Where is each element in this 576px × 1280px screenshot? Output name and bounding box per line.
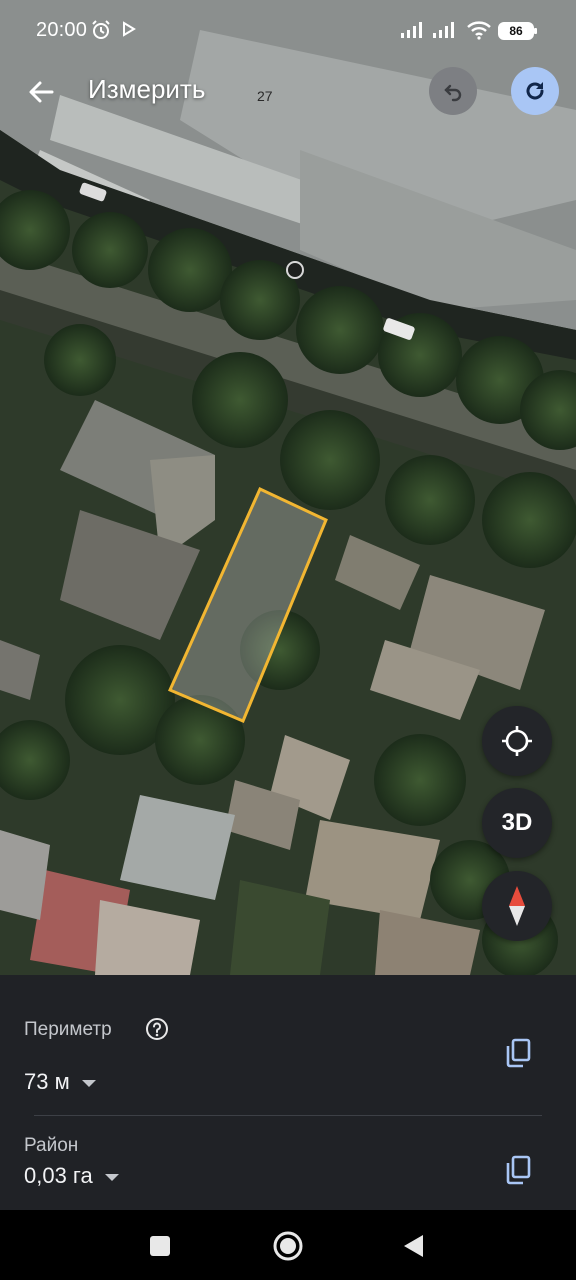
chevron-down-icon [104, 1173, 119, 1181]
area-value: 0,03 га [24, 1163, 93, 1188]
my-location-button[interactable] [482, 706, 552, 776]
area-value-dropdown[interactable]: 0,03 га [24, 1163, 119, 1189]
redo-button[interactable] [511, 67, 559, 115]
perimeter-value: 73 м [24, 1069, 70, 1094]
map-tile-label: 27 [257, 88, 273, 104]
home-button[interactable] [272, 1230, 304, 1262]
triangle-back-icon [404, 1235, 423, 1257]
status-time: 20:00 [36, 19, 88, 41]
area-label: Район [24, 1135, 79, 1156]
crosshair-icon [502, 726, 532, 756]
arrow-left-icon [29, 81, 54, 103]
alarm-icon [90, 19, 112, 46]
copy-perimeter-button[interactable] [500, 1035, 536, 1071]
redo-icon [526, 82, 544, 100]
square-recents-icon [150, 1236, 170, 1256]
system-nav-bar [0, 1210, 576, 1280]
undo-icon [444, 84, 462, 102]
signal-icon [432, 21, 458, 44]
three-d-button[interactable]: 3D [482, 788, 552, 858]
perimeter-label: Периметр [24, 1019, 112, 1040]
chevron-down-icon [81, 1079, 96, 1087]
play-icon [122, 21, 136, 42]
compass-button[interactable] [482, 871, 552, 941]
status-bar: 20:00 86 [0, 0, 576, 62]
help-icon[interactable] [145, 1017, 169, 1046]
copy-icon [506, 1038, 531, 1068]
divider [34, 1115, 542, 1116]
copy-area-button[interactable] [500, 1152, 536, 1188]
compass-icon [509, 886, 525, 926]
signal-icon [400, 21, 426, 44]
back-button[interactable] [22, 72, 62, 112]
copy-icon [506, 1155, 531, 1185]
wifi-icon [466, 20, 492, 45]
battery-icon: 86 [498, 22, 537, 40]
measurement-panel: Периметр 73 м Район 0,03 га [0, 975, 576, 1210]
circle-home-icon [273, 1231, 303, 1261]
back-nav-button[interactable] [398, 1230, 430, 1262]
recents-button[interactable] [144, 1230, 176, 1262]
undo-button[interactable] [429, 67, 477, 115]
perimeter-value-dropdown[interactable]: 73 м [24, 1069, 96, 1095]
page-title: Измерить [88, 74, 206, 104]
